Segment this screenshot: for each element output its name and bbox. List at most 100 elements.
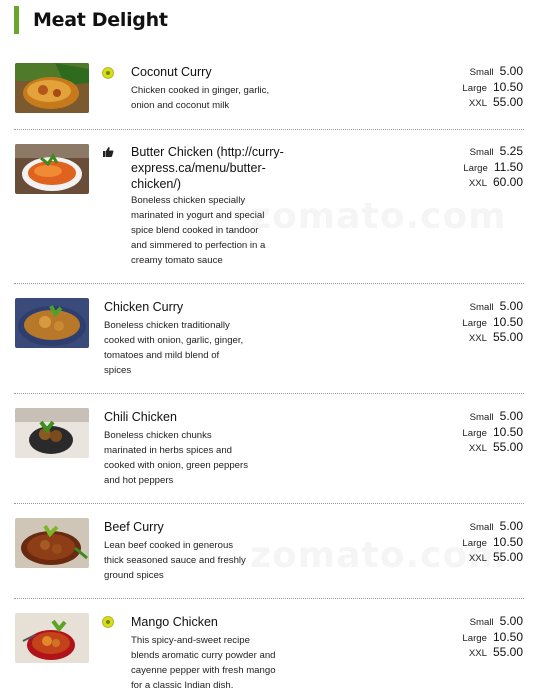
- price-value: 10.50: [492, 534, 523, 549]
- desc-line: cooked with onion, garlic, ginger,: [104, 335, 244, 346]
- price-row: Large 10.50: [440, 630, 523, 646]
- desc-line: and hot peppers: [104, 475, 174, 486]
- size-label: Large: [462, 537, 487, 549]
- item-name: Chili Chicken: [104, 410, 177, 424]
- desc-line: onion and coconut milk: [131, 100, 230, 111]
- price-list: Small 5.00 Large 10.50 XXL 55.00: [440, 64, 523, 111]
- price-value: 55.00: [492, 95, 523, 109]
- price-row: Large 10.50: [440, 80, 523, 96]
- dish-photo: [15, 298, 89, 348]
- dish-photo: [15, 63, 89, 113]
- price-value: 60.00: [492, 175, 523, 189]
- item-description: Boneless chicken chunks marinated in her…: [104, 428, 248, 488]
- price-row: XXL 55.00: [440, 550, 523, 566]
- desc-line: cooked with onion, green peppers: [104, 460, 249, 471]
- desc-line: thick seasoned sauce and freshly: [104, 555, 246, 566]
- size-label: XXL: [468, 553, 487, 564]
- price-row: XXL 55.00: [440, 330, 523, 346]
- desc-line: cayenne pepper with fresh mango: [131, 665, 276, 676]
- section-header: Meat Delight: [14, 6, 168, 34]
- veg-dot-icon: [102, 615, 114, 628]
- desc-line: Boneless chicken specially: [131, 195, 246, 206]
- item-name: Beef Curry: [104, 520, 164, 534]
- dish-photo: [15, 408, 89, 458]
- price-row: Small 5.00: [440, 64, 523, 80]
- item-description: This spicy-and-sweet recipe blends aroma…: [131, 633, 276, 693]
- price-row: Large 10.50: [440, 315, 523, 331]
- size-label: Small: [469, 147, 494, 158]
- item-description: Lean beef cooked in generous thick seaso…: [104, 538, 246, 583]
- price-value: 5.00: [499, 299, 523, 313]
- desc-line: Boneless chicken traditionally: [104, 320, 230, 331]
- name-line: Butter Chicken (http://curry-: [131, 145, 284, 159]
- price-value: 5.00: [499, 409, 523, 423]
- watermark: zomato.com: [250, 196, 507, 237]
- size-label: Small: [469, 617, 494, 628]
- price-row: Large 10.50: [440, 425, 523, 441]
- price-list: Small 5.25 Large 11.50 XXL 60.00: [440, 144, 523, 191]
- size-label: XXL: [468, 648, 487, 659]
- desc-line: ground spices: [104, 570, 164, 581]
- desc-line: for a classic Indian dish.: [131, 680, 234, 691]
- section-title: Meat Delight: [33, 9, 168, 31]
- desc-line: tomatoes and mild blend of: [104, 350, 220, 361]
- desc-line: and simmered to perfection in a: [131, 240, 266, 251]
- price-value: 55.00: [492, 550, 523, 564]
- price-value: 5.00: [499, 614, 523, 628]
- price-row: Small 5.25: [440, 144, 523, 160]
- price-value: 5.00: [499, 64, 523, 78]
- divider: [14, 393, 524, 394]
- dish-photo: [15, 613, 89, 663]
- desc-line: spice blend cooked in tandoor: [131, 225, 259, 236]
- price-value: 55.00: [492, 440, 523, 454]
- desc-line: blends aromatic curry powder and: [131, 650, 276, 661]
- size-label: Large: [462, 317, 487, 329]
- desc-line: Lean beef cooked in generous: [104, 540, 234, 551]
- name-line: express.ca/menu/butter-: [131, 161, 266, 175]
- price-row: Small 5.00: [440, 614, 523, 630]
- price-row: Small 5.00: [440, 409, 523, 425]
- desc-line: spices: [104, 365, 132, 376]
- price-value: 55.00: [492, 645, 523, 659]
- size-label: Large: [463, 162, 488, 174]
- name-line: chicken/): [131, 177, 182, 191]
- price-value: 5.00: [499, 519, 523, 533]
- price-list: Small 5.00 Large 10.50 XXL 55.00: [440, 519, 523, 566]
- desc-line: creamy tomato sauce: [131, 255, 223, 266]
- accent-bar: [14, 6, 19, 34]
- divider: [14, 283, 524, 284]
- dish-photo: [15, 144, 89, 194]
- size-label: Small: [469, 412, 494, 423]
- size-label: Small: [469, 522, 494, 533]
- price-row: Large 10.50: [440, 535, 523, 551]
- desc-line: Boneless chicken chunks: [104, 430, 212, 441]
- desc-line: marinated in herbs spices and: [104, 445, 232, 456]
- size-label: Large: [462, 632, 487, 644]
- thumbs-up-icon: [102, 145, 114, 157]
- price-value: 10.50: [492, 424, 523, 439]
- price-row: XXL 60.00: [440, 175, 523, 191]
- item-name: Chicken Curry: [104, 300, 184, 314]
- desc-line: Chicken cooked in ginger, garlic,: [131, 85, 270, 96]
- size-label: Large: [462, 427, 487, 439]
- price-value: 55.00: [492, 330, 523, 344]
- desc-line: marinated in yogurt and special: [131, 210, 265, 221]
- item-description: Boneless chicken specially marinated in …: [131, 193, 265, 268]
- price-row: Small 5.00: [440, 519, 523, 535]
- price-row: XXL 55.00: [440, 440, 523, 456]
- price-value: 10.50: [492, 79, 523, 94]
- price-value: 10.50: [492, 629, 523, 644]
- divider: [14, 129, 524, 130]
- divider: [14, 503, 524, 504]
- size-label: XXL: [468, 178, 487, 189]
- size-label: Small: [469, 302, 494, 313]
- item-name: Mango Chicken: [131, 615, 218, 629]
- watermark-text: zomato.com: [250, 196, 507, 237]
- price-row: XXL 55.00: [440, 95, 523, 111]
- price-row: Small 5.00: [440, 299, 523, 315]
- price-list: Small 5.00 Large 10.50 XXL 55.00: [440, 614, 523, 661]
- price-row: XXL 55.00: [440, 645, 523, 661]
- dish-photo: [15, 518, 89, 568]
- size-label: Small: [469, 67, 494, 78]
- size-label: XXL: [468, 333, 487, 344]
